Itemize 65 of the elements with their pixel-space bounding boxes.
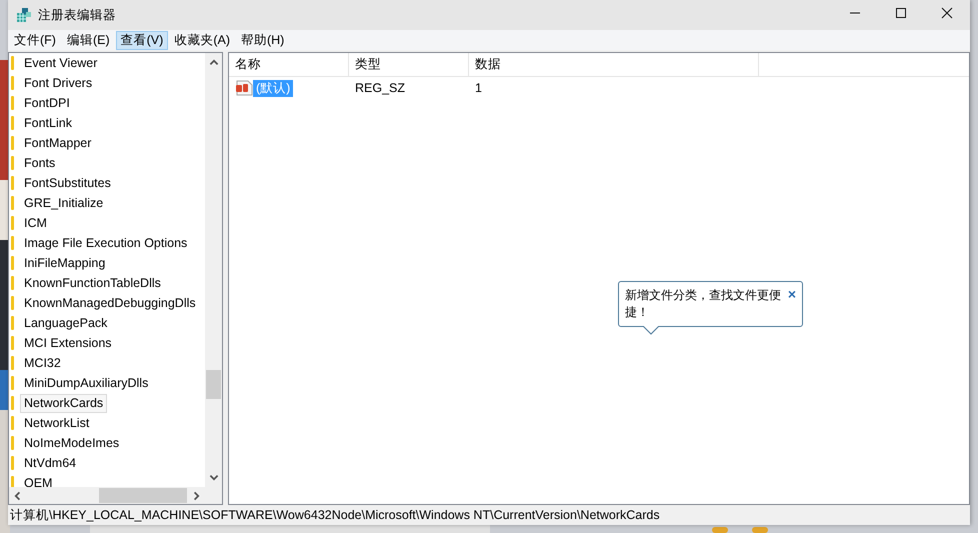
folder-icon — [11, 236, 14, 250]
tree-item[interactable]: NtVdm64 — [20, 454, 80, 472]
maximize-icon — [895, 7, 907, 19]
menu-item[interactable]: 帮助(H) — [236, 30, 290, 50]
column-header[interactable]: 类型 — [349, 53, 469, 76]
status-bar: 计算机\HKEY_LOCAL_MACHINE\SOFTWARE\Wow6432Node\Microsoft\Windows NT\CurrentVersion\NetworkCards — [8, 505, 970, 525]
tree-item[interactable]: GRE_Initialize — [20, 194, 108, 212]
table-cell-text: REG_SZ — [354, 81, 406, 95]
tree-item[interactable]: IniFileMapping — [20, 254, 110, 272]
tree-item[interactable]: Fonts — [20, 154, 60, 172]
tree-item[interactable]: KnownManagedDebuggingDlls — [20, 294, 200, 312]
folder-icon — [11, 216, 14, 230]
folder-icon — [11, 156, 14, 170]
folder-icon — [11, 256, 14, 270]
tree-item[interactable]: ICM — [20, 214, 51, 232]
folder-icon — [11, 436, 14, 450]
folder-icon — [11, 96, 14, 110]
menu-item[interactable]: 文件(F) — [9, 30, 61, 50]
scroll-thumb[interactable] — [99, 488, 187, 503]
column-header[interactable]: 名称 — [229, 53, 349, 76]
folder-icon — [11, 116, 14, 130]
folder-icon — [11, 56, 14, 70]
scroll-thumb[interactable] — [206, 370, 221, 399]
folder-icon — [11, 136, 14, 150]
menu-item[interactable]: 查看(V) — [116, 30, 168, 50]
close-button[interactable]: × — [786, 287, 798, 301]
menu-item[interactable]: 收藏夹(A) — [169, 30, 235, 50]
folder-icon — [11, 356, 14, 370]
folder-icon — [11, 196, 14, 210]
tree-item[interactable]: Event Viewer — [20, 54, 102, 72]
folder-icon — [11, 336, 14, 350]
tree-item[interactable]: KnownFunctionTableDlls — [20, 274, 165, 292]
window-title: 注册表编辑器 — [38, 6, 117, 24]
folder-icon — [11, 476, 14, 487]
folder-icon — [11, 456, 14, 470]
tooltip-text: 新增文件分类，查找文件更便捷！ — [625, 287, 782, 321]
tree-item[interactable]: MCI32 — [20, 354, 65, 372]
table-cell-text: 1 — [474, 81, 483, 95]
folder-icon — [11, 76, 14, 90]
folder-icon — [11, 416, 14, 430]
folder-icon — [11, 296, 14, 310]
tree-item[interactable]: NetworkList — [20, 414, 94, 432]
folder-icon — [11, 376, 14, 390]
tree-item[interactable]: MCI Extensions — [20, 334, 116, 352]
tree-item[interactable]: Image File Execution Options — [20, 234, 192, 252]
folder-icon — [11, 276, 14, 290]
tree-item[interactable]: OEM — [20, 474, 56, 487]
tree-item[interactable]: MiniDumpAuxiliaryDlls — [20, 374, 152, 392]
column-header[interactable]: 数据 — [469, 53, 759, 76]
folder-icon — [11, 176, 14, 190]
tree-item[interactable]: FontLink — [20, 114, 76, 132]
menu-item[interactable]: 编辑(E) — [62, 30, 115, 50]
folder-icon — [11, 316, 14, 330]
tree-item[interactable]: FontDPI — [20, 94, 74, 112]
tree-item[interactable]: NetworkCards — [20, 394, 108, 412]
tree-item[interactable]: NoImeModeImes — [20, 434, 124, 452]
folder-icon — [11, 396, 14, 410]
tree-item[interactable]: FontSubstitutes — [20, 174, 115, 192]
string-value-icon — [235, 80, 253, 96]
registry-cubes-icon — [16, 7, 32, 23]
tree-item[interactable]: Font Drivers — [20, 74, 96, 92]
tree-item[interactable]: LanguagePack — [20, 314, 112, 332]
vertical-scrollbar[interactable] — [205, 53, 222, 487]
close-icon — [941, 7, 953, 19]
tree-item[interactable]: FontMapper — [20, 134, 96, 152]
